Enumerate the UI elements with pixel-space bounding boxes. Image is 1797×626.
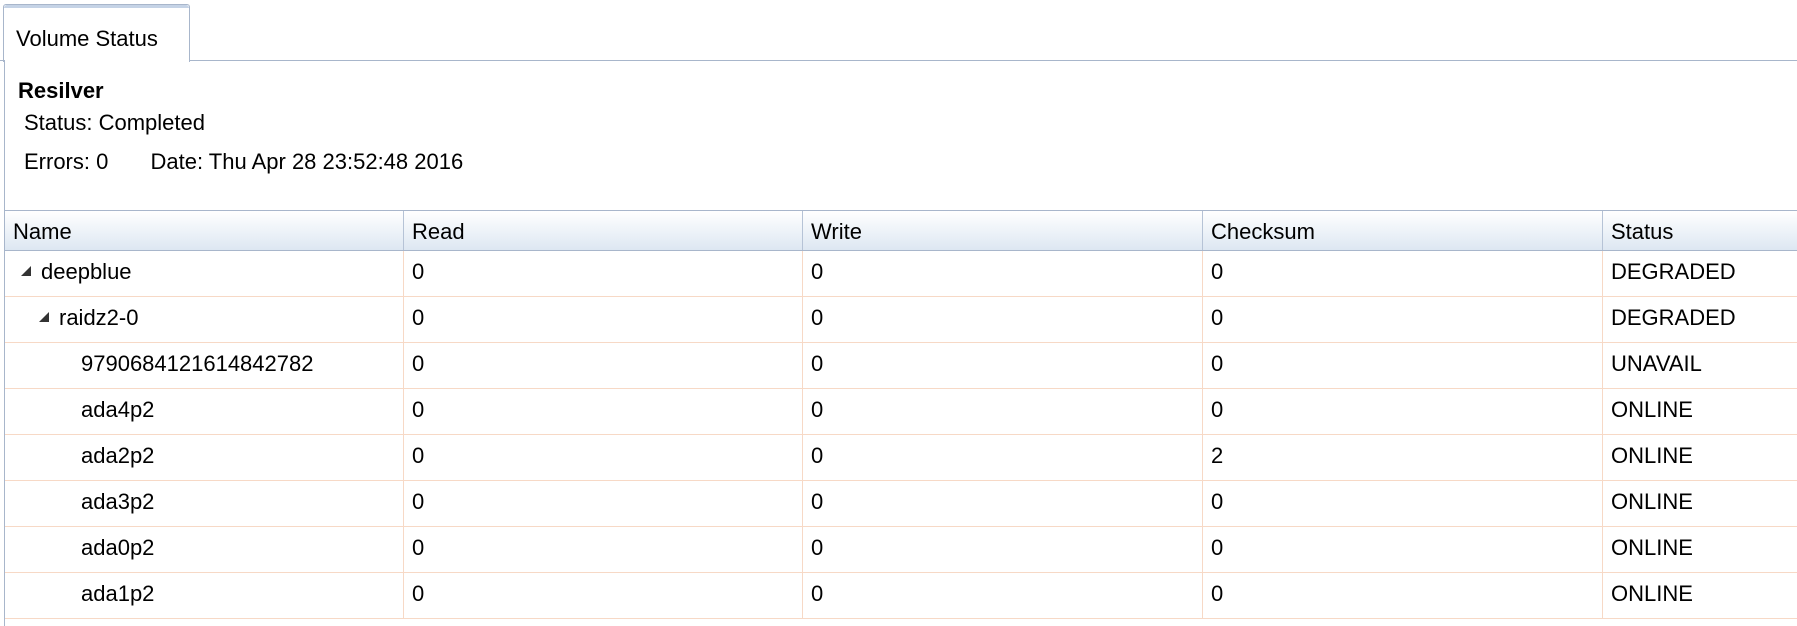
status-cell: ONLINE: [1611, 535, 1693, 560]
read-cell: 0: [404, 573, 803, 618]
write-cell: 0: [803, 527, 1203, 572]
column-header-checksum[interactable]: Checksum: [1203, 211, 1603, 250]
column-header-write[interactable]: Write: [803, 211, 1203, 250]
name-cell: ada0p2: [5, 527, 404, 572]
table-row[interactable]: ada4p2 0 0 0 ONLINE: [5, 389, 1797, 435]
expand-triangle-icon[interactable]: [21, 266, 31, 277]
table-row[interactable]: ada1p2 0 0 0 ONLINE: [5, 573, 1797, 619]
tab-highlight: [4, 5, 189, 8]
column-header-read[interactable]: Read: [404, 211, 803, 250]
read-cell: 0: [404, 527, 803, 572]
write-cell: 0: [803, 481, 1203, 526]
table-row[interactable]: raidz2-0 0 0 0 DEGRADED: [5, 297, 1797, 343]
status-cell: ONLINE: [1611, 397, 1693, 422]
resilver-title: Resilver: [18, 78, 104, 103]
status-cell: DEGRADED: [1611, 259, 1736, 284]
checksum-cell: 0: [1203, 389, 1603, 434]
checksum-cell: 0: [1203, 527, 1603, 572]
read-cell: 0: [404, 389, 803, 434]
checksum-cell: 2: [1203, 435, 1603, 480]
table-row[interactable]: ada2p2 0 0 2 ONLINE: [5, 435, 1797, 481]
status-cell: UNAVAIL: [1611, 351, 1702, 376]
checksum-cell: 0: [1203, 343, 1603, 388]
volume-status-window: Volume Status Resilver Status: Completed…: [0, 0, 1797, 626]
row-name: deepblue: [41, 259, 132, 284]
volume-status-panel: Resilver Status: Completed Errors: 0 Dat…: [4, 60, 1797, 626]
checksum-cell: 0: [1203, 297, 1603, 342]
write-cell: 0: [803, 435, 1203, 480]
row-name: raidz2-0: [59, 305, 139, 330]
write-cell: 0: [803, 297, 1203, 342]
read-cell: 0: [404, 435, 803, 480]
name-cell: raidz2-0: [5, 297, 404, 342]
read-cell: 0: [404, 343, 803, 388]
read-cell: 0: [404, 297, 803, 342]
column-header-name[interactable]: Name: [5, 211, 404, 250]
tab-label: Volume Status: [16, 26, 158, 51]
read-cell: 0: [404, 481, 803, 526]
resilver-date: Date: Thu Apr 28 23:52:48 2016: [150, 149, 464, 174]
status-cell: DEGRADED: [1611, 305, 1736, 330]
checksum-cell: 0: [1203, 251, 1603, 296]
tab-strip: Volume Status: [0, 0, 1797, 62]
read-cell: 0: [404, 251, 803, 296]
status-cell: ONLINE: [1611, 581, 1693, 606]
table-row[interactable]: 9790684121614842782 0 0 0 UNAVAIL: [5, 343, 1797, 389]
volume-tree-grid: Name Read Write Checksum Status deepblue…: [5, 210, 1797, 619]
write-cell: 0: [803, 343, 1203, 388]
resilver-details: Errors: 0 Date: Thu Apr 28 23:52:48 2016: [24, 149, 463, 175]
name-cell: 9790684121614842782: [5, 343, 404, 388]
write-cell: 0: [803, 251, 1203, 296]
resilver-errors: Errors: 0: [24, 149, 109, 174]
table-row[interactable]: ada0p2 0 0 0 ONLINE: [5, 527, 1797, 573]
column-header-status[interactable]: Status: [1603, 211, 1797, 250]
status-cell: ONLINE: [1611, 443, 1693, 468]
checksum-cell: 0: [1203, 573, 1603, 618]
tab-volume-status[interactable]: Volume Status: [3, 4, 190, 62]
status-cell: ONLINE: [1611, 489, 1693, 514]
name-cell: ada2p2: [5, 435, 404, 480]
name-cell: ada1p2: [5, 573, 404, 618]
name-cell: deepblue: [5, 251, 404, 296]
write-cell: 0: [803, 389, 1203, 434]
table-row[interactable]: deepblue 0 0 0 DEGRADED: [5, 251, 1797, 297]
resilver-status: Status: Completed: [24, 110, 205, 135]
write-cell: 0: [803, 573, 1203, 618]
expand-triangle-icon[interactable]: [39, 312, 49, 323]
name-cell: ada3p2: [5, 481, 404, 526]
table-row[interactable]: ada3p2 0 0 0 ONLINE: [5, 481, 1797, 527]
name-cell: ada4p2: [5, 389, 404, 434]
grid-header: Name Read Write Checksum Status: [5, 211, 1797, 251]
checksum-cell: 0: [1203, 481, 1603, 526]
